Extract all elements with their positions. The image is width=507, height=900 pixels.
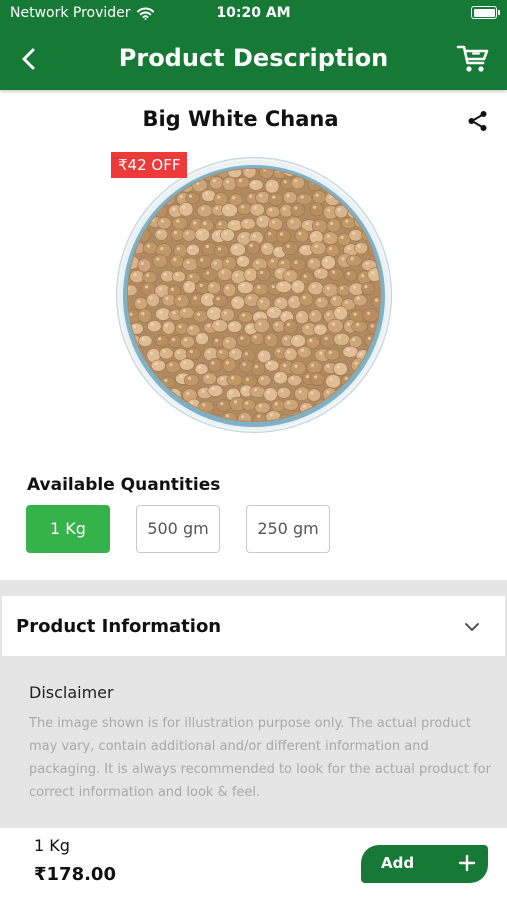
- plus-icon: [458, 854, 476, 872]
- discount-badge: ₹42 OFF: [111, 152, 188, 178]
- disclaimer-title: Disclaimer: [29, 683, 114, 702]
- quantity-option-250gm[interactable]: 250 gm: [246, 505, 330, 553]
- battery-icon: [471, 6, 500, 19]
- chevron-down-icon: [465, 623, 479, 631]
- product-info-toggle[interactable]: Product Information: [2, 596, 505, 656]
- app-header: Network Provider 10:20 AM Product Descri…: [0, 0, 507, 90]
- selected-quantity: 1 Kg: [34, 836, 70, 855]
- add-to-cart-button[interactable]: Add: [361, 845, 488, 883]
- bottom-bar: 1 Kg ₹178.00 Add: [0, 827, 507, 900]
- share-button[interactable]: [466, 109, 490, 133]
- cart-button[interactable]: [455, 40, 491, 76]
- disclaimer-text: The image shown is for illustration purp…: [29, 716, 491, 800]
- quantity-option-500gm[interactable]: 500 gm: [136, 505, 220, 553]
- quantity-option-1kg[interactable]: 1 Kg: [26, 505, 110, 553]
- share-icon: [468, 111, 487, 131]
- product-name: Big White Chana: [142, 107, 339, 131]
- page-title: Product Description: [118, 44, 389, 72]
- status-time: 10:20 AM: [216, 5, 291, 21]
- price: ₹178.00: [34, 864, 116, 885]
- quantities-heading: Available Quantities: [27, 475, 221, 495]
- status-bar: Network Provider 10:20 AM: [0, 0, 507, 28]
- chickpea-bowl-image: [116, 157, 392, 433]
- cart-icon: [456, 45, 489, 72]
- quantity-options: 1 Kg 500 gm 250 gm: [26, 505, 330, 553]
- add-button-label: Add: [381, 854, 415, 872]
- nav-row: Product Description: [0, 36, 507, 82]
- product-info-title: Product Information: [16, 616, 222, 637]
- product-image: [115, 156, 393, 434]
